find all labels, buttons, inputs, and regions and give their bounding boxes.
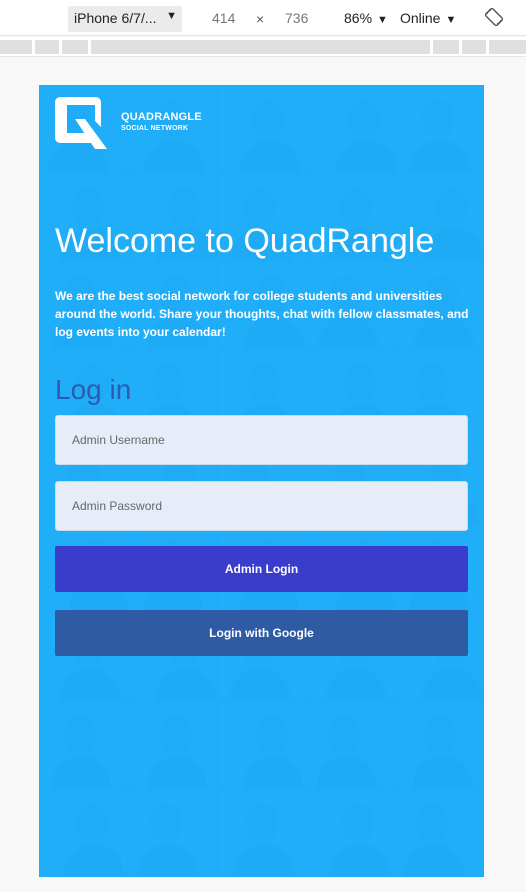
network-value: Online <box>400 10 441 26</box>
device-select[interactable]: iPhone 6/7/... ▼ <box>68 6 182 32</box>
intro-text: We are the best social network for colle… <box>55 289 469 339</box>
rotate-icon[interactable] <box>485 8 503 26</box>
zoom-caret-icon: ▼ <box>377 14 388 26</box>
ruler-segment[interactable] <box>91 40 430 54</box>
phone-viewport: QUADRANGLE SOCIAL NETWORK Welcome to Qua… <box>39 85 484 877</box>
page-title: Welcome to QuadRangle <box>55 222 435 260</box>
admin-login-button[interactable]: Admin Login <box>55 546 468 592</box>
viewport-height-input[interactable]: 736 <box>285 10 308 26</box>
google-login-button[interactable]: Login with Google <box>55 610 468 656</box>
brand-tagline: SOCIAL NETWORK <box>121 125 189 132</box>
media-query-ruler[interactable] <box>0 37 526 57</box>
zoom-select[interactable]: 86% ▼ <box>344 10 388 26</box>
network-caret-icon: ▼ <box>445 14 457 26</box>
device-name: iPhone 6/7/... <box>74 10 157 26</box>
ruler-segment[interactable] <box>462 40 486 54</box>
ruler-segment[interactable] <box>433 40 459 54</box>
brand-name: QUADRANGLE <box>121 111 202 123</box>
admin-password-input[interactable] <box>55 481 468 531</box>
viewport-width-input[interactable]: 414 <box>212 10 235 26</box>
login-page: QUADRANGLE SOCIAL NETWORK Welcome to Qua… <box>39 85 484 877</box>
device-caret-icon: ▼ <box>166 10 177 22</box>
zoom-value: 86% <box>344 10 373 26</box>
login-heading: Log in <box>55 374 132 405</box>
network-throttle-select[interactable]: Online ▼ <box>400 10 456 26</box>
admin-username-input[interactable] <box>55 415 468 465</box>
ruler-segment[interactable] <box>62 40 88 54</box>
dimension-separator: × <box>256 11 265 27</box>
ruler-segment[interactable] <box>35 40 59 54</box>
ruler-segment[interactable] <box>489 40 526 54</box>
quadrangle-logo-icon <box>55 97 107 149</box>
ruler-segment[interactable] <box>0 40 32 54</box>
device-toolbar: iPhone 6/7/... ▼ 414 × 736 86% ▼ Online ▼ <box>0 0 526 36</box>
